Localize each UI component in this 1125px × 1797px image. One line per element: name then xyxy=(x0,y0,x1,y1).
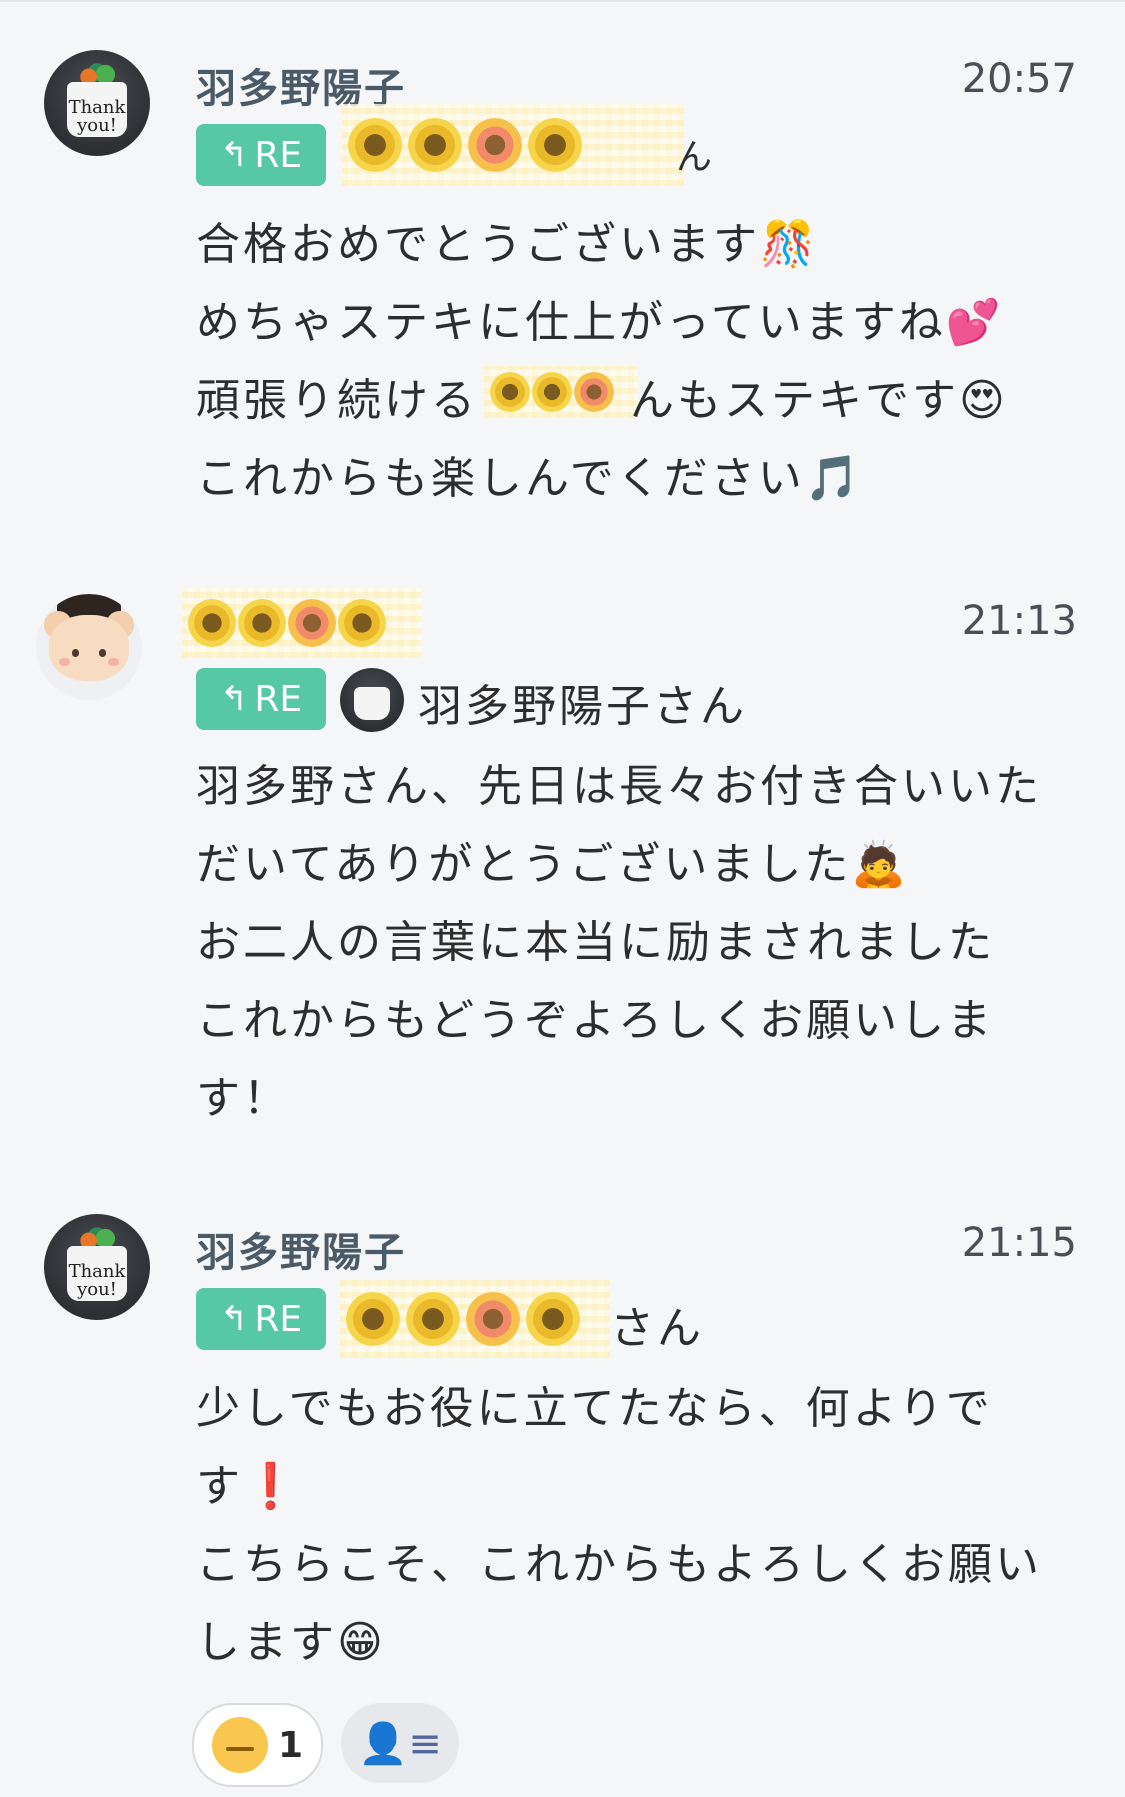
bear-face-graphic xyxy=(48,615,130,681)
reply-badge[interactable]: ↰ RE xyxy=(196,668,326,730)
reply-arrow-icon: ↰ xyxy=(219,679,249,719)
message-line: 合格おめでとうございます🎊 xyxy=(196,219,818,270)
cup-graphic xyxy=(354,687,390,721)
member-list-icon: 👤≡ xyxy=(358,1720,442,1767)
sunflower-icon xyxy=(466,1292,520,1346)
sunflower-icon xyxy=(346,1292,400,1346)
reply-target-tail: ん xyxy=(676,137,716,178)
message-line: 少しでもお役に立てたなら、何よりで xyxy=(196,1383,993,1434)
message-line: す！ xyxy=(196,1073,290,1124)
bear-cheek-graphic xyxy=(108,657,119,667)
sunflower-icon xyxy=(528,118,582,172)
sender-avatar[interactable]: Thank you! xyxy=(44,1214,150,1320)
sunflower-icon xyxy=(532,372,572,412)
bear-eye-graphic xyxy=(72,649,80,657)
sunflower-icon xyxy=(468,118,522,172)
reply-target-tail: さん xyxy=(610,1303,704,1354)
reply-badge-label: RE xyxy=(254,678,303,720)
redacted-name-sticker xyxy=(342,104,684,186)
bowing-face-icon xyxy=(212,1717,268,1773)
sunflower-icon xyxy=(490,372,530,412)
sender-name[interactable]: 羽多野陽子 xyxy=(196,1220,406,1278)
cup-label: Thank you! xyxy=(68,1260,126,1300)
top-divider xyxy=(0,0,1125,2)
reply-badge[interactable]: ↰ RE xyxy=(196,1288,326,1350)
sunflower-icon xyxy=(288,599,336,647)
sender-avatar[interactable] xyxy=(36,594,142,700)
message-time: 21:15 xyxy=(961,1220,1077,1266)
member-list-button[interactable]: 👤≡ xyxy=(341,1703,460,1783)
reply-badge-label: RE xyxy=(254,134,303,176)
message-line: 頑張り続ける xyxy=(196,375,478,426)
reply-target-name: 羽多野陽子さん xyxy=(418,681,747,732)
message-line: 羽多野さん、先日は長々お付き合いいた xyxy=(196,761,1042,812)
reply-arrow-icon: ↰ xyxy=(219,1299,249,1339)
message-line: します😁 xyxy=(196,1617,386,1668)
reaction-pill[interactable]: 1 xyxy=(192,1703,324,1787)
redacted-sender-sticker xyxy=(182,588,422,658)
bear-eye-graphic xyxy=(98,649,106,657)
reply-target-avatar xyxy=(340,668,404,732)
message-time: 21:13 xyxy=(961,598,1077,644)
sunflower-icon xyxy=(574,372,614,412)
message-line: めちゃステキに仕上がっていますね💕 xyxy=(196,297,1004,348)
message-line: これからもどうぞよろしくお願いしま xyxy=(196,995,995,1046)
sender-avatar[interactable]: Thank you! xyxy=(44,50,150,156)
sunflower-icon xyxy=(188,599,236,647)
sunflower-icon xyxy=(348,118,402,172)
reply-badge[interactable]: ↰ RE xyxy=(196,124,326,186)
reply-badge-label: RE xyxy=(254,1298,303,1340)
message-line: お二人の言葉に本当に励まされました xyxy=(196,917,995,968)
message-line: す❗ xyxy=(196,1461,301,1512)
reply-arrow-icon: ↰ xyxy=(219,135,249,175)
sunflower-icon xyxy=(526,1292,580,1346)
redacted-name-sticker xyxy=(484,366,638,418)
message-line-tail: んもステキです😍 xyxy=(630,375,1008,426)
reaction-count: 1 xyxy=(278,1724,304,1766)
message-line: だいてありがとうございました🙇 xyxy=(196,839,910,890)
message-line: こちらこそ、これからもよろしくお願い xyxy=(196,1539,1042,1590)
sunflower-icon xyxy=(338,599,386,647)
message-time: 20:57 xyxy=(961,56,1077,102)
bear-cheek-graphic xyxy=(59,657,70,667)
redacted-name-sticker xyxy=(340,1280,610,1358)
sunflower-icon xyxy=(408,118,462,172)
cup-label: Thank you! xyxy=(68,96,126,136)
reaction-bar: 1 👤≡ xyxy=(192,1703,460,1787)
sunflower-icon xyxy=(238,599,286,647)
sunflower-icon xyxy=(406,1292,460,1346)
message-line: これからも楽しんでください🎵 xyxy=(196,453,863,504)
